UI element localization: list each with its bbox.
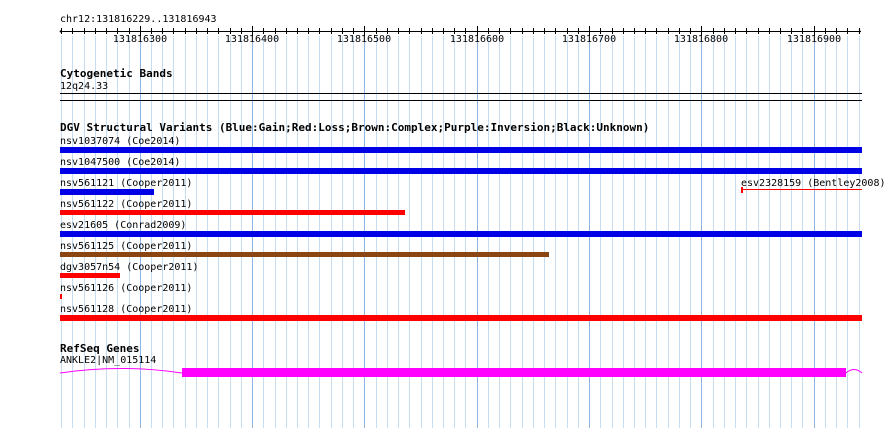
refseq-gene-feature[interactable] xyxy=(0,362,890,382)
ruler-tick-mark xyxy=(555,28,556,34)
ruler-tick-mark xyxy=(443,28,444,34)
ruler-tick-mark xyxy=(859,28,860,34)
dgv-variant-bar[interactable] xyxy=(60,315,862,321)
ruler-tick-mark xyxy=(61,28,62,34)
ruler-tick-mark xyxy=(218,28,219,34)
ruler-tick-label: 131816500 xyxy=(336,34,392,45)
ruler-tick-mark xyxy=(656,28,657,34)
dgv-variant-bar[interactable] xyxy=(60,210,405,215)
ruler-tick-mark xyxy=(207,28,208,34)
ruler-tick-mark xyxy=(533,28,534,34)
ruler-range-label: chr12:131816229..131816943 xyxy=(60,14,217,25)
dgv-variant-bar[interactable] xyxy=(60,273,120,278)
cytoband-line-top xyxy=(60,93,862,94)
ruler-tick-label: 131816800 xyxy=(673,34,729,45)
dgv-variant-bar[interactable] xyxy=(60,168,862,174)
ruler-tick-mark xyxy=(544,28,545,34)
ruler-tick-label: 131816900 xyxy=(786,34,842,45)
cytoband-label: 12q24.33 xyxy=(60,81,109,92)
ruler-tick-mark xyxy=(297,28,298,34)
dgv-variant-bar[interactable] xyxy=(60,252,549,257)
ruler-tick-mark xyxy=(746,28,747,34)
ruler-tick-mark xyxy=(95,28,96,34)
ruler-tick-mark xyxy=(398,28,399,34)
ruler-tick-mark xyxy=(735,28,736,34)
ruler-tick-mark xyxy=(196,28,197,34)
ruler-tick-mark xyxy=(847,28,848,34)
ruler-tick-mark xyxy=(421,28,422,34)
refseq-track-title: RefSeq Genes xyxy=(60,342,140,355)
ruler-tick-mark xyxy=(634,28,635,34)
cytoband-line-bottom xyxy=(60,100,862,101)
ruler-tick-mark xyxy=(72,28,73,34)
dgv-track-title: DGV Structural Variants (Blue:Gain;Red:L… xyxy=(60,121,650,134)
ruler-tick-mark xyxy=(84,28,85,34)
dgv-variant-label[interactable]: nsv561126 (Cooper2011) xyxy=(60,283,192,295)
ruler-tick-mark xyxy=(645,28,646,34)
dgv-variant-bar[interactable] xyxy=(60,189,154,195)
ruler-tick-mark xyxy=(185,28,186,34)
ruler-tick-mark xyxy=(668,28,669,34)
dgv-variant-bar[interactable] xyxy=(741,189,862,190)
ruler-tick-mark xyxy=(522,28,523,34)
ruler-tick-mark xyxy=(623,28,624,34)
ruler-tick-mark xyxy=(769,28,770,34)
dgv-variant-bar[interactable] xyxy=(60,147,862,153)
cytoband-track-title: Cytogenetic Bands xyxy=(60,67,173,80)
ruler-tick-mark xyxy=(308,28,309,34)
ruler-tick-mark xyxy=(319,28,320,34)
dgv-variant-start-mark xyxy=(741,187,743,193)
ruler-tick-mark xyxy=(173,28,174,34)
ruler-tick-mark xyxy=(409,28,410,34)
dgv-variant-bar[interactable] xyxy=(60,231,862,237)
dgv-variant-bar[interactable] xyxy=(60,294,62,299)
ruler-tick-label: 131816300 xyxy=(112,34,168,45)
ruler-tick-mark xyxy=(432,28,433,34)
ruler-tick-mark xyxy=(331,28,332,34)
ruler-tick-mark xyxy=(510,28,511,34)
ruler-tick-mark xyxy=(758,28,759,34)
ruler-tick-mark xyxy=(780,28,781,34)
ruler-tick-label: 131816600 xyxy=(449,34,505,45)
gene-intron-left xyxy=(59,368,183,374)
ruler-tick-label: 131816700 xyxy=(561,34,617,45)
ruler-tick-mark xyxy=(286,28,287,34)
ruler-tick-label: 131816400 xyxy=(224,34,280,45)
gene-exon[interactable] xyxy=(182,368,846,377)
gene-intron-right xyxy=(845,369,863,374)
ruler-tick-mark xyxy=(106,28,107,34)
ruler-axis-line xyxy=(60,31,861,32)
